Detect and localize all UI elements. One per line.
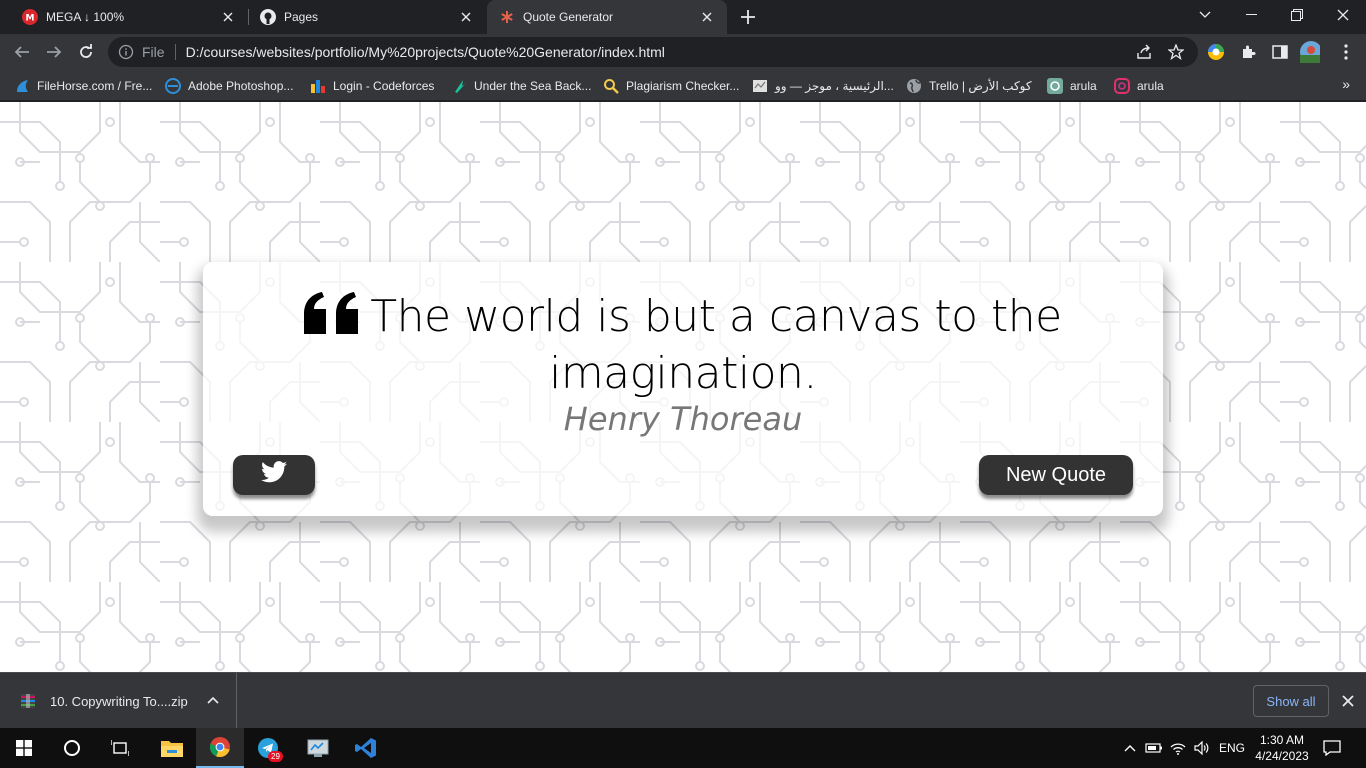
bookmark-label: Under the Sea Back...: [474, 79, 592, 93]
close-window-button[interactable]: [1320, 0, 1366, 30]
minimize-button[interactable]: [1228, 0, 1274, 30]
twitter-icon: [261, 461, 287, 489]
bookmark-label: Login - Codeforces: [333, 79, 435, 93]
download-item[interactable]: 10. Copywriting To....zip: [0, 673, 237, 729]
clock-date: 4/24/2023: [1255, 749, 1309, 763]
download-bar: 10. Copywriting To....zip Show all: [0, 672, 1366, 729]
sea-icon: [451, 78, 467, 94]
globe-icon: [906, 78, 922, 94]
back-button[interactable]: [8, 38, 36, 66]
scheme-label: File: [142, 44, 165, 60]
close-icon[interactable]: [458, 9, 474, 25]
windows-taskbar: 29 ENG 1:30 AM 4/24/2023: [0, 728, 1366, 768]
bookmark-filehorse[interactable]: FileHorse.com / Fre...: [14, 75, 152, 97]
profile-avatar[interactable]: [1300, 41, 1320, 63]
openai-icon: [1047, 78, 1063, 94]
filehorse-icon: [14, 78, 30, 94]
bookmark-label: الرئيسية ، موجز — وو...: [775, 79, 894, 93]
battery-icon[interactable]: [1144, 738, 1164, 758]
new-quote-button[interactable]: New Quote: [979, 455, 1133, 495]
page-viewport: The world is but a canvas to the imagina…: [0, 102, 1366, 672]
system-clock[interactable]: 1:30 AM 4/24/2023: [1250, 732, 1314, 764]
telegram-unread-badge: 29: [268, 751, 283, 762]
tab-quote-generator[interactable]: Quote Generator: [487, 0, 727, 34]
asterisk-icon: [499, 9, 515, 25]
bookmark-label: Adobe Photoshop...: [188, 79, 294, 93]
quote-container: The world is but a canvas to the imagina…: [203, 262, 1163, 516]
bookmarks-bar: FileHorse.com / Fre... Adobe Photoshop..…: [0, 70, 1366, 101]
chrome-icon[interactable]: [196, 728, 244, 768]
new-tab-button[interactable]: [737, 6, 759, 28]
bookmark-label: arula: [1070, 79, 1097, 93]
quote-text: The world is but a canvas to the imagina…: [370, 291, 1062, 399]
tweet-button[interactable]: [233, 455, 315, 495]
menu-kebab-icon[interactable]: [1336, 42, 1356, 62]
reload-button[interactable]: [72, 38, 100, 66]
bookmark-adobe[interactable]: Adobe Photoshop...: [165, 75, 293, 97]
info-icon[interactable]: [118, 44, 134, 60]
show-all-downloads-button[interactable]: Show all: [1253, 685, 1329, 717]
address-divider: [174, 44, 176, 60]
bookmark-arula-1[interactable]: arula: [1047, 75, 1097, 97]
close-icon[interactable]: [220, 9, 236, 25]
chevron-up-tray-icon[interactable]: [1120, 738, 1140, 758]
instagram-icon: [1114, 78, 1130, 94]
tab-pages[interactable]: Pages: [248, 0, 486, 34]
bookmark-plagiarism[interactable]: Plagiarism Checker...: [603, 75, 739, 97]
bookmarks-overflow-icon[interactable]: »: [1342, 76, 1350, 92]
share-icon[interactable]: [1136, 44, 1152, 60]
tab-search-button[interactable]: [1182, 0, 1228, 30]
download-file-name: 10. Copywriting To....zip: [50, 693, 188, 709]
zip-file-icon: [20, 693, 36, 709]
bookmark-label: FileHorse.com / Fre...: [37, 79, 153, 93]
tab-title: MEGA ↓ 100%: [46, 10, 125, 24]
chevron-up-icon[interactable]: [206, 693, 220, 707]
url-text[interactable]: D:/courses/websites/portfolio/My%20proje…: [186, 44, 665, 60]
bookmark-under-the-sea[interactable]: Under the Sea Back...: [451, 75, 591, 97]
bookmark-star-icon[interactable]: [1168, 44, 1184, 60]
svg-text:M: M: [26, 14, 35, 24]
browser-toolbar: File D:/courses/websites/portfolio/My%20…: [0, 34, 1366, 70]
extension-color-icon[interactable]: [1206, 42, 1226, 62]
start-button[interactable]: [0, 728, 48, 768]
notifications-icon[interactable]: [1322, 738, 1342, 758]
quote-left-icon: [304, 292, 360, 347]
close-download-bar-icon[interactable]: [1340, 693, 1356, 709]
tab-strip: M MEGA ↓ 100% Pages Quote Generator: [0, 0, 1366, 34]
wifi-icon[interactable]: [1168, 738, 1188, 758]
bookmark-codeforces[interactable]: Login - Codeforces: [310, 75, 434, 97]
bookmark-label: Trello | كوكب الأرض: [929, 79, 1032, 93]
quote-author: Henry Thoreau: [563, 400, 803, 438]
address-bar[interactable]: File D:/courses/websites/portfolio/My%20…: [108, 37, 1198, 67]
bookmark-arula-2[interactable]: arula: [1114, 75, 1164, 97]
magnifier-icon: [603, 78, 619, 94]
clock-time: 1:30 AM: [1259, 733, 1305, 747]
tab-mega[interactable]: M MEGA ↓ 100%: [10, 0, 248, 34]
quote-block: The world is but a canvas to the imagina…: [233, 290, 1133, 401]
bookmark-label: Plagiarism Checker...: [626, 79, 740, 93]
search-circle-icon[interactable]: [48, 728, 96, 768]
input-language[interactable]: ENG: [1219, 741, 1245, 755]
telegram-icon[interactable]: [244, 728, 292, 768]
bookmark-trello[interactable]: Trello | كوكب الأرض: [906, 75, 1032, 97]
restore-button[interactable]: [1274, 0, 1320, 30]
side-panel-icon[interactable]: [1270, 42, 1290, 62]
github-icon: [260, 9, 276, 25]
page-icon: [752, 78, 768, 94]
extensions-puzzle-icon[interactable]: [1238, 42, 1258, 62]
mega-icon: M: [22, 9, 38, 25]
control-panel-icon[interactable]: [294, 728, 342, 768]
file-explorer-icon[interactable]: [148, 728, 196, 768]
volume-icon[interactable]: [1192, 738, 1212, 758]
tab-title: Quote Generator: [523, 10, 614, 24]
close-icon[interactable]: [699, 9, 715, 25]
tab-title: Pages: [284, 10, 319, 24]
adobe-icon: [165, 78, 181, 94]
bookmark-arabic-feed[interactable]: الرئيسية ، موجز — وو...: [752, 75, 894, 97]
bookmark-label: arula: [1137, 79, 1164, 93]
codeforces-icon: [310, 78, 326, 94]
forward-button[interactable]: [40, 38, 68, 66]
vscode-icon[interactable]: [342, 728, 390, 768]
task-view-icon[interactable]: [96, 728, 144, 768]
